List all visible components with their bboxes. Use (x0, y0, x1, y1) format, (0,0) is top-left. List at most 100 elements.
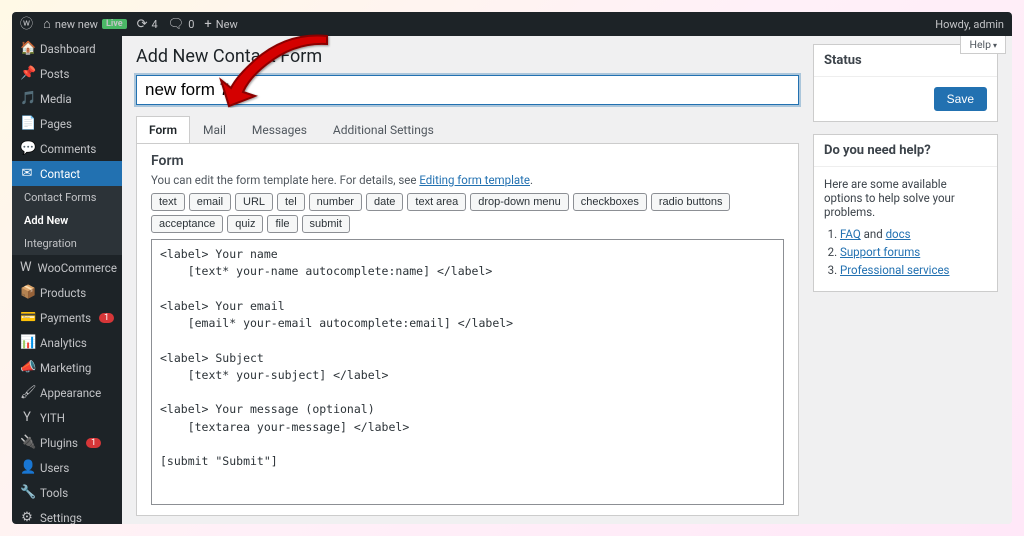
tag-button-drop-down-menu[interactable]: drop-down menu (470, 193, 569, 211)
tag-button-checkboxes[interactable]: checkboxes (573, 193, 647, 211)
sidebar-item-label: Contact (40, 167, 80, 181)
sidebar-item-pages[interactable]: 📄 Pages (12, 111, 122, 136)
sidebar-item-label: Pages (40, 117, 72, 131)
sidebar-item-media[interactable]: 🎵Media (12, 86, 122, 111)
dashboard-icon: 🏠 (20, 41, 34, 56)
site-name: new new (55, 18, 98, 31)
comments-count: 0 (188, 18, 194, 31)
tag-button-text[interactable]: text (151, 193, 185, 211)
admin-sidebar: 🏠 Dashboard 📌Posts 🎵Media 📄 Pages 💬Comment… (12, 36, 122, 524)
home-icon: ⌂ (43, 18, 51, 31)
faq-link[interactable]: FAQ (840, 227, 861, 241)
sidebar-item-settings[interactable]: ⚙ Settings (12, 505, 122, 524)
settings-icon: ⚙ (20, 510, 34, 524)
media-icon: 🎵 (20, 91, 34, 106)
sidebar-item-label: Tools (40, 486, 68, 500)
sidebar-item-label: Contact Forms (24, 191, 96, 204)
sidebar-item-payments[interactable]: 💳Payments1 (12, 305, 122, 330)
comment-icon: 🗨 (168, 18, 185, 31)
plus-icon: + (204, 18, 211, 31)
sidebar-item-label: Analytics (40, 336, 87, 350)
new-link[interactable]: + New (204, 18, 237, 31)
tag-generator-row: textemailURLtelnumberdatetext areadrop-d… (151, 193, 784, 233)
sidebar-sub-add-new[interactable]: Add New (12, 209, 122, 232)
sidebar-item-users[interactable]: 👤Users (12, 455, 122, 480)
help-list-item: Professional services (840, 263, 987, 277)
sidebar-item-label: Integration (24, 237, 77, 250)
tag-button-email[interactable]: email (189, 193, 231, 211)
yith-icon: Y (20, 410, 34, 425)
sidebar-item-tools[interactable]: 🔧 Tools (12, 480, 122, 505)
sidebar-item-contact[interactable]: ✉ Contact (12, 161, 122, 186)
help-box: Do you need help? Here are some availabl… (813, 134, 998, 292)
sidebar-item-yith[interactable]: Y YITH (12, 405, 122, 430)
support-forums-link[interactable]: Support forums (840, 245, 920, 259)
site-link[interactable]: ⌂new new Live (43, 18, 127, 31)
tag-button-file[interactable]: file (267, 215, 297, 233)
tag-button-text-area[interactable]: text area (407, 193, 466, 211)
sidebar-item-label: Dashboard (40, 42, 96, 56)
tab-messages[interactable]: Messages (239, 116, 320, 143)
help-tab[interactable]: Help (960, 36, 1006, 54)
payments-icon: 💳 (20, 310, 34, 325)
help-list-item: Support forums (840, 245, 987, 259)
status-box: Status Save (813, 44, 998, 122)
sidebar-item-label: Marketing (40, 361, 91, 375)
help-intro-text: Here are some available options to help … (824, 177, 987, 219)
tab-additional-settings[interactable]: Additional Settings (320, 116, 447, 143)
tag-button-URL[interactable]: URL (235, 193, 273, 211)
form-title-input[interactable] (136, 75, 799, 105)
analytics-icon: 📊 (20, 335, 34, 350)
admin-bar: ⓦ ⌂new new Live ⟳4 🗨0 +New Howdy, admin (12, 12, 1012, 36)
form-template-textarea[interactable] (151, 239, 784, 505)
products-icon: 📦 (20, 285, 34, 300)
sidebar-item-appearance[interactable]: 🖌 Appearance (12, 380, 122, 405)
appearance-icon: 🖌 (20, 385, 34, 400)
sidebar-item-analytics[interactable]: 📊 Analytics (12, 330, 122, 355)
sidebar-item-products[interactable]: 📦Products (12, 280, 122, 305)
tab-form[interactable]: Form (136, 116, 190, 143)
wordpress-icon[interactable]: ⓦ (20, 18, 33, 31)
docs-link[interactable]: docs (886, 227, 911, 241)
sidebar-item-woocommerce[interactable]: WWooCommerce (12, 255, 122, 280)
sidebar-item-dashboard[interactable]: 🏠 Dashboard (12, 36, 122, 61)
tools-icon: 🔧 (20, 485, 34, 500)
updates-link[interactable]: ⟳4 (137, 18, 158, 31)
marketing-icon: 📣 (20, 360, 34, 375)
help-text: and (861, 227, 886, 241)
sidebar-item-label: WooCommerce (38, 261, 117, 275)
mail-icon: ✉ (20, 166, 34, 181)
page-title: Add New Contact Form (136, 46, 799, 67)
tag-button-radio-buttons[interactable]: radio buttons (651, 193, 731, 211)
sidebar-item-label: Settings (40, 511, 82, 525)
tag-button-quiz[interactable]: quiz (227, 215, 263, 233)
editing-template-link[interactable]: Editing form template (419, 173, 530, 187)
tab-mail[interactable]: Mail (190, 116, 239, 143)
new-label: New (216, 18, 238, 31)
comments-icon: 💬 (20, 141, 34, 156)
professional-services-link[interactable]: Professional services (840, 263, 950, 277)
sidebar-item-label: Appearance (40, 386, 101, 400)
sidebar-item-comments[interactable]: 💬Comments (12, 136, 122, 161)
users-icon: 👤 (20, 460, 34, 475)
main-content: Add New Contact Form Form Mail Messages … (122, 36, 1012, 524)
form-panel-desc: You can edit the form template here. For… (151, 173, 784, 187)
sidebar-item-plugins[interactable]: 🔌Plugins1 (12, 430, 122, 455)
sidebar-sub-contact-forms[interactable]: Contact Forms (12, 186, 122, 209)
tag-button-date[interactable]: date (366, 193, 403, 211)
form-panel-heading: Form (151, 153, 784, 169)
sidebar-sub-integration[interactable]: Integration (12, 232, 122, 255)
sidebar-item-marketing[interactable]: 📣 Marketing (12, 355, 122, 380)
sidebar-item-posts[interactable]: 📌Posts (12, 61, 122, 86)
comments-link[interactable]: 🗨0 (168, 18, 195, 31)
howdy-link[interactable]: Howdy, admin (935, 18, 1004, 31)
pages-icon: 📄 (20, 116, 34, 131)
save-button[interactable]: Save (934, 87, 987, 111)
sidebar-item-label: YITH (40, 411, 65, 425)
tag-button-submit[interactable]: submit (302, 215, 350, 233)
tag-button-acceptance[interactable]: acceptance (151, 215, 223, 233)
help-list-item: FAQ and docs (840, 227, 987, 241)
howdy-text: Howdy, admin (935, 18, 1004, 31)
tag-button-number[interactable]: number (309, 193, 362, 211)
tag-button-tel[interactable]: tel (277, 193, 305, 211)
